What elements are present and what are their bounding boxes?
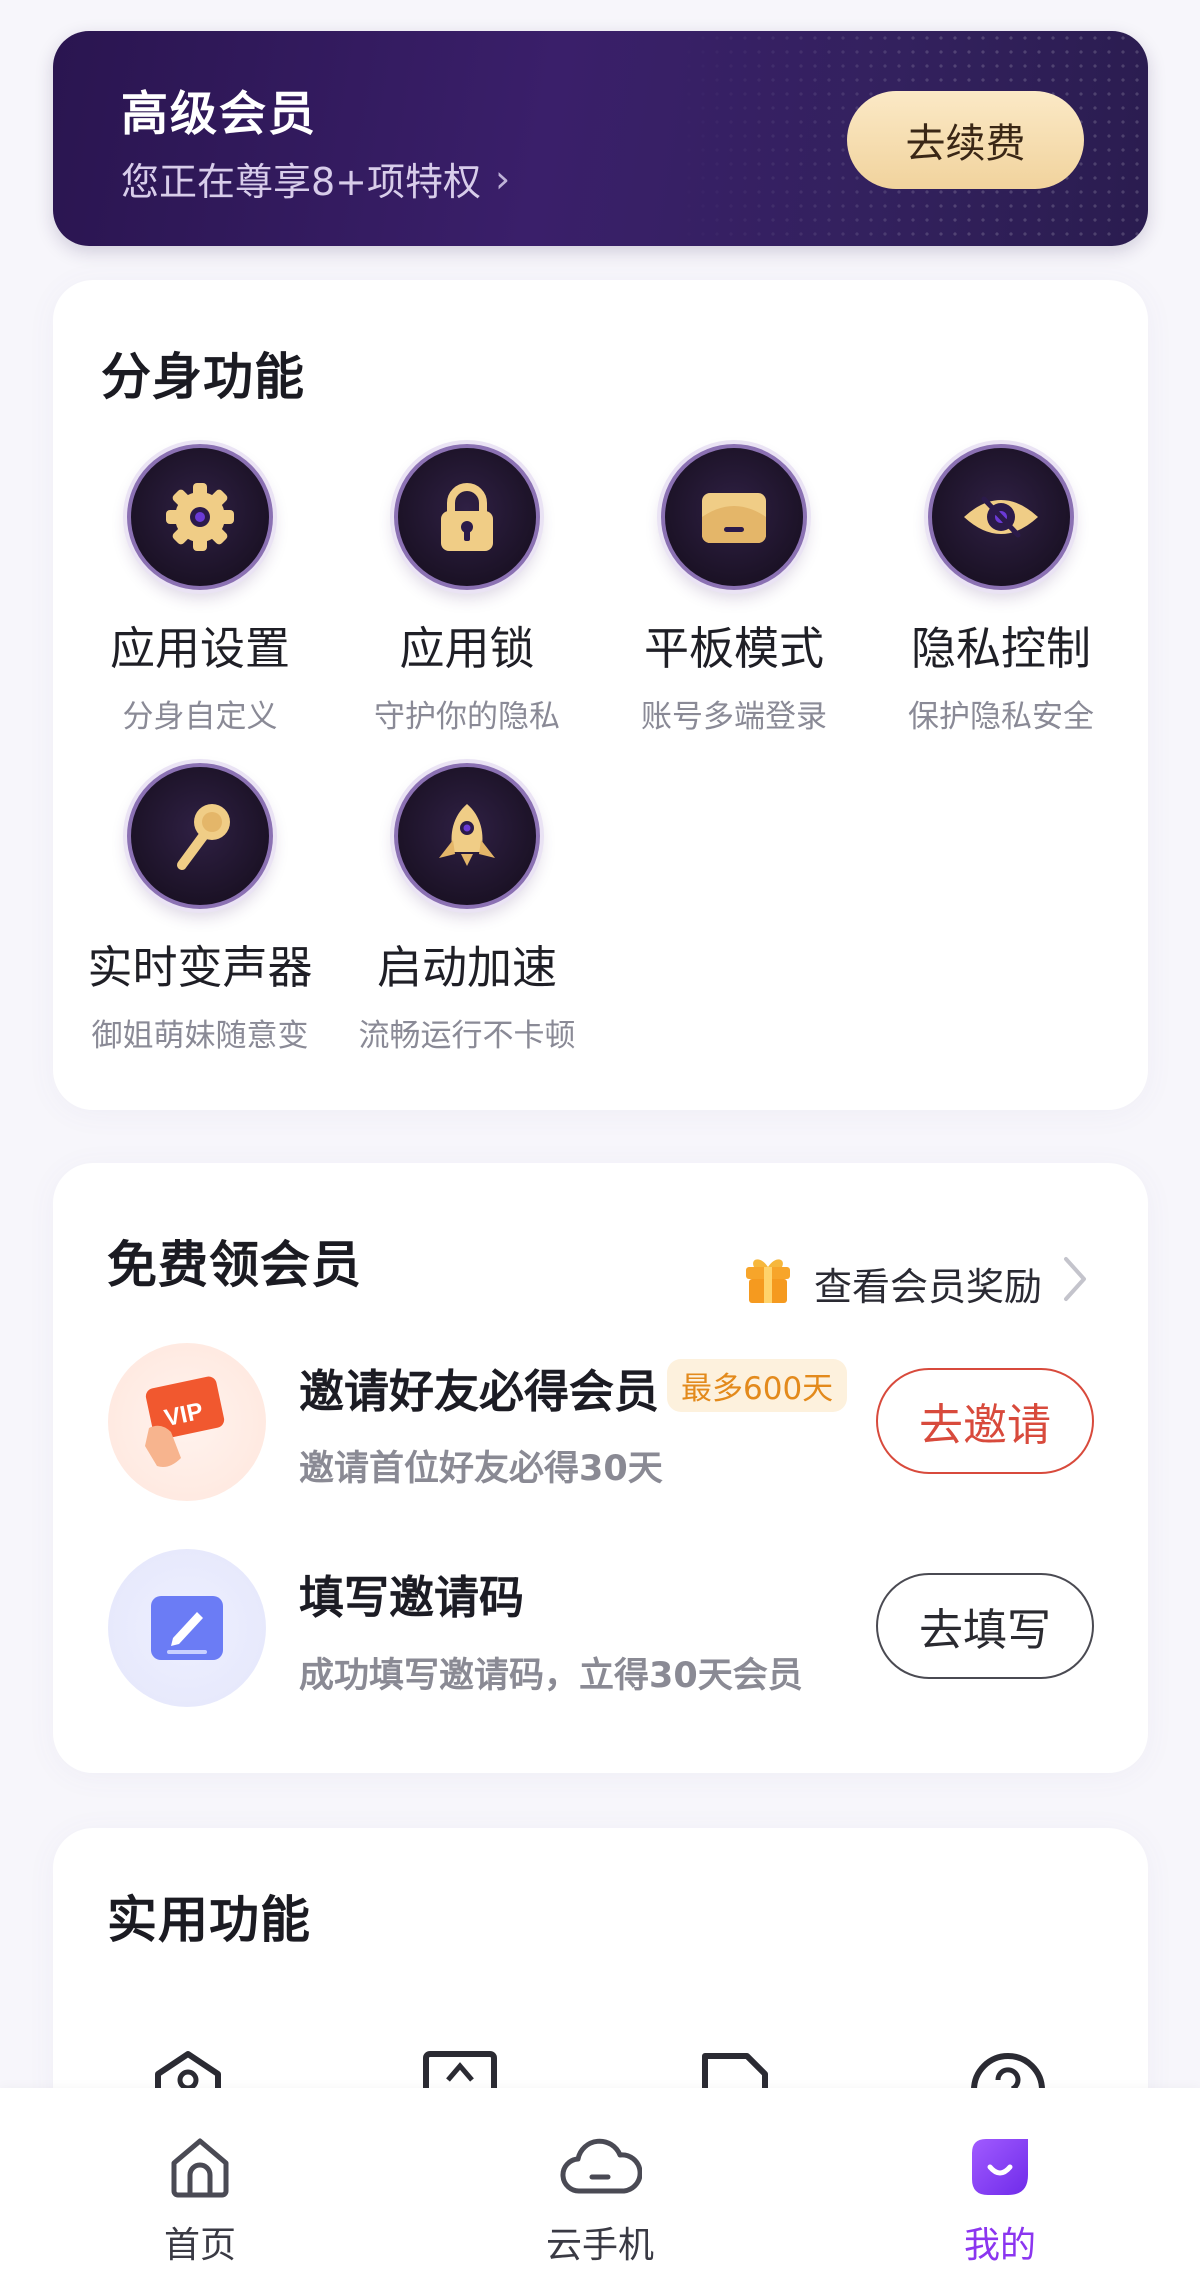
view-rewards-link[interactable]: 查看会员奖励: [740, 1251, 1090, 1316]
view-rewards-label: 查看会员奖励: [813, 1265, 1042, 1309]
edit-note-icon: [108, 1549, 266, 1707]
feature-name: 应用设置: [109, 622, 290, 675]
chevron-right-icon: [1060, 1254, 1090, 1313]
nav-label: 首页: [163, 2225, 236, 2266]
fill-code-button[interactable]: 去填写: [876, 1573, 1094, 1679]
invite-button[interactable]: 去邀请: [876, 1368, 1094, 1474]
feature-name: 应用锁: [399, 622, 535, 675]
rocket-icon: [394, 763, 540, 909]
nav-label: 云手机: [545, 2225, 654, 2266]
feature-desc: 账号多端登录: [641, 699, 827, 735]
feature-name: 隐私控制: [910, 622, 1091, 675]
nav-mine[interactable]: 我的: [900, 2128, 1100, 2268]
eye-slash-icon: [928, 444, 1074, 590]
clone-features-card: 分身功能 应用设置 分身自定义 应用锁 守护你的隐私 平板模式 账号多端登录 隐…: [53, 280, 1148, 1110]
feature-name: 实时变声器: [87, 941, 313, 994]
lock-icon: [394, 444, 540, 590]
vip-title: 高级会员: [121, 87, 317, 142]
gear-icon: [127, 444, 273, 590]
section-title-utility: 实用功能: [107, 1891, 311, 1949]
chevron-right-icon: ›: [495, 156, 511, 201]
vip-subtitle[interactable]: 您正在尊享8+项特权 ›: [121, 151, 510, 206]
feature-desc: 守护你的隐私: [374, 699, 560, 735]
invite-code-title: 填写邀请码: [299, 1571, 525, 1624]
nav-label: 我的: [963, 2225, 1036, 2266]
feature-name: 平板模式: [643, 622, 824, 675]
feature-desc: 分身自定义: [122, 699, 278, 735]
nav-home[interactable]: 首页: [100, 2128, 300, 2268]
feature-app-lock[interactable]: 应用锁 守护你的隐私: [337, 444, 597, 736]
bottom-nav: 首页 云手机 我的: [0, 2088, 1200, 2273]
invite-friends-title: 邀请好友必得会员: [299, 1365, 660, 1418]
feature-launch-boost[interactable]: 启动加速 流畅运行不卡顿: [337, 763, 597, 1055]
gift-icon: [740, 1251, 796, 1316]
tablet-icon: [661, 444, 807, 590]
feature-voice-changer[interactable]: 实时变声器 御姐萌妹随意变: [70, 763, 330, 1055]
renew-button[interactable]: 去续费: [847, 91, 1084, 189]
vip-banner[interactable]: 高级会员 您正在尊享8+项特权 › 去续费: [53, 31, 1148, 246]
vip-subtitle-text: 您正在尊享8+项特权: [121, 160, 482, 204]
invite-friends-subtitle: 邀请首位好友必得30天: [299, 1449, 663, 1489]
nav-cloud-phone[interactable]: 云手机: [500, 2128, 700, 2268]
feature-desc: 流畅运行不卡顿: [358, 1018, 576, 1054]
microphone-icon: [127, 763, 273, 909]
vip-card-icon: VIP: [108, 1343, 266, 1501]
mine-icon: [900, 2128, 1100, 2206]
max-days-badge: 最多600天: [667, 1359, 848, 1412]
feature-privacy-control[interactable]: 隐私控制 保护隐私安全: [871, 444, 1131, 736]
cloud-icon: [500, 2128, 700, 2206]
invite-code-subtitle: 成功填写邀请码，立得30天会员: [299, 1656, 803, 1696]
feature-name: 启动加速: [376, 941, 557, 994]
feature-tablet-mode[interactable]: 平板模式 账号多端登录: [604, 444, 864, 736]
free-member-card: 免费领会员 查看会员奖励 VIP 邀请好友必得会员 最多600天 邀请首位好友必…: [53, 1163, 1148, 1773]
feature-desc: 保护隐私安全: [908, 699, 1094, 735]
section-title-free-member: 免费领会员: [107, 1236, 362, 1294]
section-title-clone-features: 分身功能: [101, 348, 305, 406]
feature-desc: 御姐萌妹随意变: [91, 1018, 309, 1054]
home-icon: [100, 2128, 300, 2206]
feature-app-settings[interactable]: 应用设置 分身自定义: [70, 444, 330, 736]
